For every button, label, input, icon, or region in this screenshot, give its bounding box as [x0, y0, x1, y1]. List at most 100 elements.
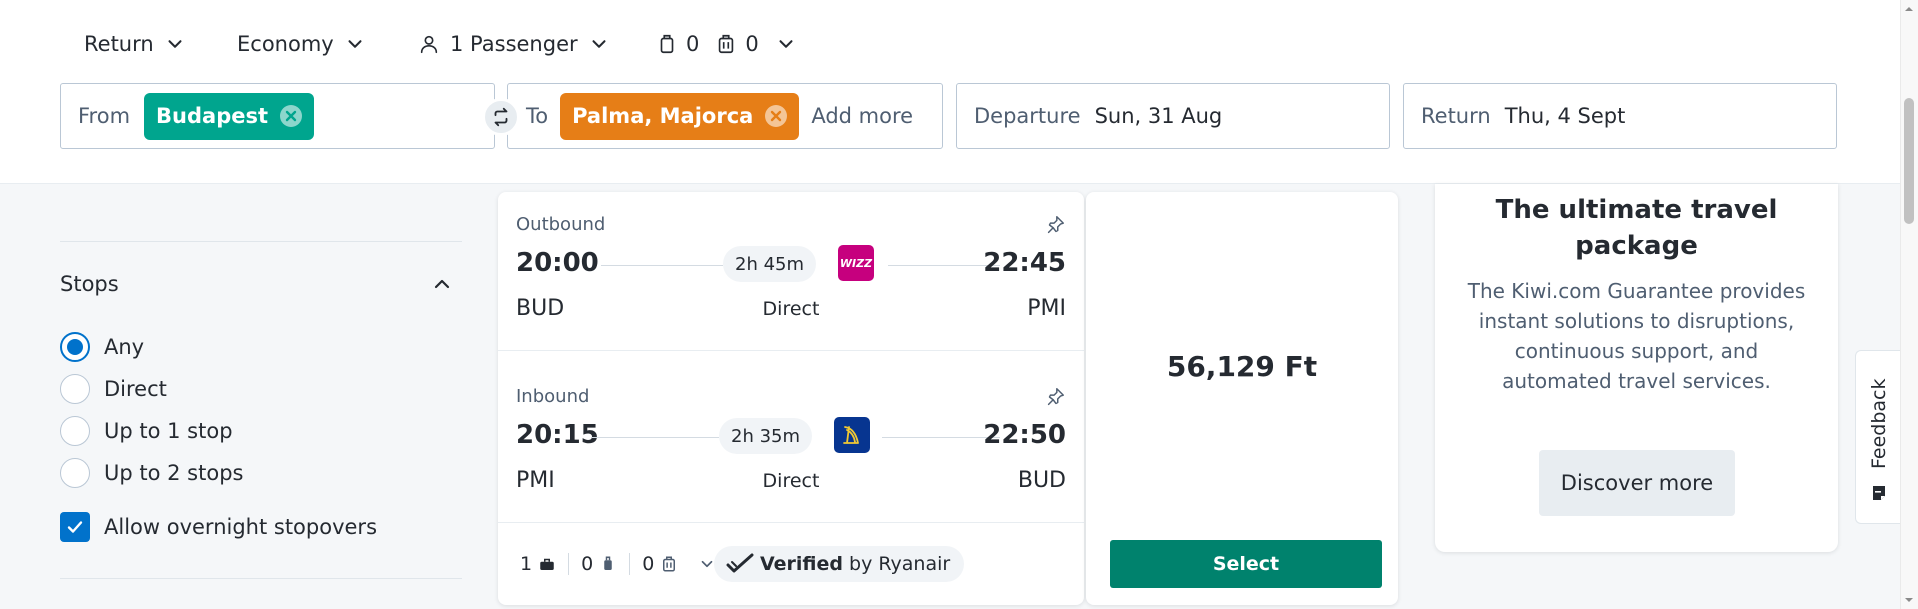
ryanair-harp-icon: [834, 417, 870, 453]
chevron-down-icon: [592, 40, 606, 48]
promo-title: The ultimate travel package: [1495, 195, 1778, 261]
radio-selected[interactable]: [60, 332, 90, 362]
depart-time: 20:00: [516, 248, 599, 278]
verified-check-icon: [726, 553, 754, 573]
filter-divider: [60, 578, 462, 579]
stops-option-label: Any: [104, 335, 145, 359]
departure-field[interactable]: Departure Sun, 31 Aug: [956, 83, 1390, 149]
cabin-class-select[interactable]: Economy: [237, 26, 366, 62]
from-field[interactable]: From Budapest: [60, 83, 495, 149]
departure-label: Departure: [974, 104, 1081, 128]
chevron-down-icon: [348, 40, 362, 48]
scroll-down-arrow-icon[interactable]: [1904, 595, 1914, 605]
chevron-down-icon: [168, 40, 182, 48]
cabin-bag-count: 0: [581, 553, 594, 575]
chevron-up-icon: [434, 279, 450, 289]
price: 56,129 Ft: [1166, 350, 1318, 383]
from-chip: Budapest: [144, 92, 315, 140]
verified-badge: Verified by Ryanair: [714, 546, 965, 582]
to-field[interactable]: To Palma, Majorca Add more: [507, 83, 943, 149]
separator: [629, 553, 631, 575]
overnight-label: Allow overnight stopovers: [104, 515, 378, 539]
add-more-input[interactable]: Add more: [811, 104, 913, 128]
segment-divider: [498, 522, 1084, 523]
swap-icon[interactable]: [482, 98, 520, 136]
pin-icon[interactable]: [1044, 214, 1066, 236]
checked-bag-icon: [663, 556, 676, 572]
select-button[interactable]: Select: [1110, 540, 1382, 588]
checkmark-icon: [67, 521, 83, 533]
stops-option-any[interactable]: Any: [60, 332, 144, 362]
return-label: Return: [1421, 104, 1491, 128]
stops-filter-header[interactable]: Stops: [60, 272, 454, 296]
segment-title: Inbound: [516, 386, 590, 407]
outbound-segment: Outbound 20:00 2h 45m WIZZ 22:45 BUD Dir…: [516, 214, 1066, 321]
to-label: To: [526, 104, 549, 128]
included-bags[interactable]: 1 0 0: [520, 545, 716, 583]
filter-divider: [60, 241, 462, 242]
person-icon: [420, 35, 438, 54]
stops-option-label: Up to 1 stop: [104, 419, 233, 443]
radio[interactable]: [60, 416, 90, 446]
stops-label: Direct: [762, 298, 820, 320]
arrive-time: 22:50: [983, 420, 1066, 450]
arrive-time: 22:45: [983, 248, 1066, 278]
airline-logo-text: WIZZ: [839, 256, 873, 270]
to-code: PMI: [1027, 296, 1066, 321]
inbound-segment: Inbound 20:15 2h 35m 22:50 PMI Direct BU…: [516, 386, 1066, 493]
wizz-air-logo: WIZZ: [838, 245, 874, 281]
stops-option-direct[interactable]: Direct: [60, 374, 167, 404]
from-label: From: [78, 104, 131, 128]
separator: [568, 553, 570, 575]
radio[interactable]: [60, 374, 90, 404]
radio[interactable]: [60, 458, 90, 488]
guarantee-promo: The ultimate travel package The Kiwi.com…: [1435, 184, 1838, 552]
duration-badge: 2h 45m: [723, 246, 817, 282]
route-line: [591, 437, 719, 438]
bags-select[interactable]: 0 0: [656, 26, 797, 62]
result-card[interactable]: Outbound 20:00 2h 45m WIZZ 22:45 BUD Dir…: [498, 192, 1084, 605]
pin-icon[interactable]: [1044, 386, 1066, 408]
cabin-bag-icon: [660, 34, 674, 54]
overnight-stopovers-checkbox[interactable]: Allow overnight stopovers: [60, 512, 377, 542]
stops-option-2-stops[interactable]: Up to 2 stops: [60, 458, 243, 488]
stops-option-label: Up to 2 stops: [104, 461, 244, 485]
to-code: BUD: [1017, 468, 1066, 493]
search-area: Return Economy 1 Passenger 0 0 From Buda…: [0, 0, 1900, 184]
passengers-select[interactable]: 1 Passenger: [418, 26, 610, 62]
checked-bag-count: 0: [642, 553, 655, 575]
personal-item-count: 1: [520, 553, 533, 575]
segment-title: Outbound: [516, 214, 606, 235]
feedback-icon: [1873, 486, 1885, 500]
promo-text: The Kiwi.com Guarantee provides instant …: [1467, 279, 1806, 393]
segment-divider: [498, 350, 1084, 351]
feedback-tab[interactable]: Feedback: [1855, 350, 1901, 524]
verified-by-label: by Ryanair: [849, 553, 951, 575]
checkbox-checked[interactable]: [60, 512, 90, 542]
scrollbar-thumb[interactable]: [1904, 98, 1914, 224]
checked-bag-icon: [719, 34, 734, 54]
return-value: Thu, 4 Sept: [1504, 104, 1626, 128]
return-field[interactable]: Return Thu, 4 Sept: [1403, 83, 1837, 149]
chevron-down-icon: [779, 40, 793, 48]
passengers-label: 1 Passenger: [450, 32, 578, 56]
stops-option-label: Direct: [104, 377, 167, 401]
outbound-times: 20:00 2h 45m WIZZ 22:45: [516, 244, 1066, 284]
discover-more-button[interactable]: Discover more: [1539, 450, 1735, 516]
feedback-label: Feedback: [1868, 378, 1890, 469]
scroll-up-arrow-icon[interactable]: [1904, 4, 1914, 14]
scrollbar[interactable]: [1900, 0, 1918, 609]
route-line: [601, 265, 723, 266]
remove-to-icon[interactable]: [765, 105, 788, 127]
trip-type-select[interactable]: Return: [84, 26, 186, 62]
from-chip-label: Budapest: [156, 104, 269, 128]
depart-time: 20:15: [516, 420, 599, 450]
stops-option-1-stop[interactable]: Up to 1 stop: [60, 416, 233, 446]
checked-bag-count: 0: [745, 32, 759, 56]
remove-from-icon[interactable]: [280, 105, 303, 127]
to-chip-label: Palma, Majorca: [572, 104, 754, 128]
departure-value: Sun, 31 Aug: [1094, 104, 1223, 128]
cabin-bag-count: 0: [686, 32, 700, 56]
duration-badge: 2h 35m: [719, 418, 813, 454]
to-chip: Palma, Majorca: [560, 92, 800, 140]
